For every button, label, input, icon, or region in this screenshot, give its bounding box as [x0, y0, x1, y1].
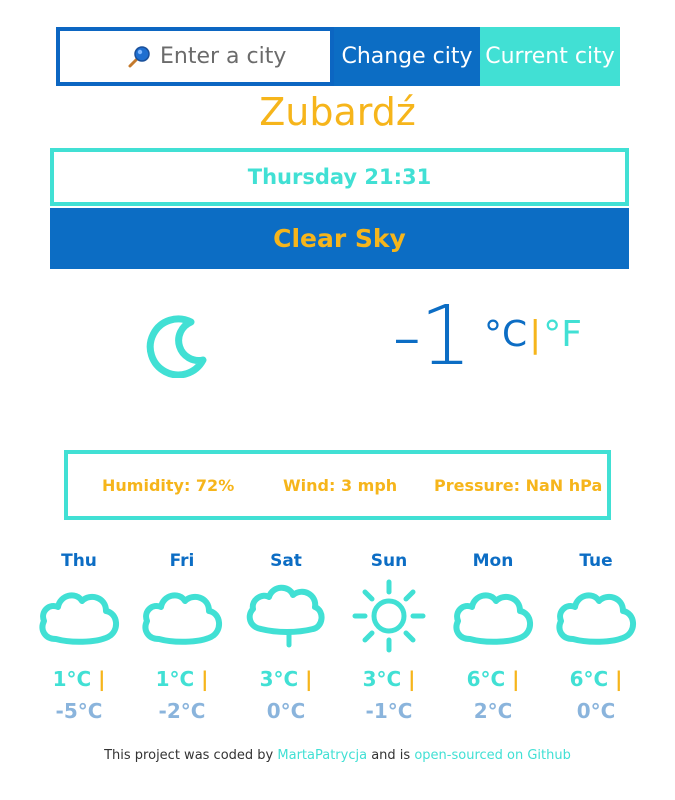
wind-value: Wind: 3 mph: [283, 475, 398, 495]
unit-switch: °C | °F: [484, 314, 582, 355]
forecast-max-row: 1°C |: [27, 662, 131, 696]
forecast-max: 6°C: [466, 667, 506, 691]
forecast-separator: |: [201, 667, 209, 691]
forecast-max: 1°C: [52, 667, 92, 691]
footer-text: This project was coded by: [104, 748, 274, 763]
forecast-day: Mon 6°C | 2°C: [441, 548, 545, 726]
current-temperature: -1: [392, 289, 472, 384]
moon-icon: [145, 310, 213, 379]
footer-text: and is: [371, 748, 411, 763]
sun-icon: [337, 574, 441, 658]
forecast-day-name: Sun: [370, 551, 408, 571]
forecast-max: 3°C: [362, 667, 402, 691]
date-time-text: Thursday 21:31: [247, 165, 432, 189]
forecast-separator: |: [615, 667, 623, 691]
forecast-day-name: Thu: [61, 551, 97, 571]
search-form: Change city Current city: [56, 27, 620, 86]
weather-details: Humidity: 72% Wind: 3 mph Pressure: NaN …: [64, 450, 611, 520]
forecast: Thu 1°C | -5°C Fri 1°C | -2°C Sat 3°C | …: [27, 548, 647, 728]
forecast-separator: |: [512, 667, 520, 691]
unit-separator: |: [529, 314, 542, 355]
forecast-max: 1°C: [155, 667, 195, 691]
weather-description-text: Clear Sky: [273, 224, 406, 253]
city-name: Zubardź: [259, 90, 416, 134]
current-city-button[interactable]: Current city: [480, 27, 620, 86]
forecast-max-row: 6°C |: [441, 662, 545, 696]
cloud-rain-icon: [234, 574, 338, 658]
cloud-icon: [27, 574, 131, 658]
forecast-day: Tue 6°C | 0°C: [544, 548, 648, 726]
change-city-button[interactable]: Change city: [334, 27, 480, 86]
forecast-day: Thu 1°C | -5°C: [27, 548, 131, 726]
forecast-min: -5°C: [55, 699, 103, 723]
forecast-min: 2°C: [473, 699, 513, 723]
forecast-max-row: 6°C |: [544, 662, 648, 696]
cloud-icon: [441, 574, 545, 658]
forecast-day-name: Sat: [270, 551, 302, 571]
forecast-day-name: Fri: [169, 551, 195, 571]
forecast-day-name: Mon: [472, 551, 514, 571]
forecast-min: -2°C: [158, 699, 206, 723]
search-icon: [126, 44, 152, 70]
forecast-day-name: Tue: [579, 551, 613, 571]
forecast-day: Sun 3°C | -1°C: [337, 548, 441, 726]
forecast-separator: |: [408, 667, 416, 691]
forecast-max: 6°C: [569, 667, 609, 691]
forecast-separator: |: [305, 667, 313, 691]
cloud-icon: [544, 574, 648, 658]
forecast-min: -1°C: [365, 699, 413, 723]
forecast-max: 3°C: [259, 667, 299, 691]
forecast-day: Sat 3°C | 0°C: [234, 548, 338, 726]
forecast-min: 0°C: [266, 699, 306, 723]
humidity-value: Humidity: 72%: [102, 475, 235, 495]
fahrenheit-link[interactable]: °F: [543, 314, 582, 355]
city-search-input[interactable]: [160, 44, 320, 69]
pressure-value: Pressure: NaN hPa: [434, 475, 603, 495]
cloud-icon: [130, 574, 234, 658]
celsius-link[interactable]: °C: [484, 314, 527, 355]
author-link[interactable]: MartaPatrycja: [277, 748, 367, 763]
forecast-min: 0°C: [576, 699, 616, 723]
github-link[interactable]: open-sourced on Github: [414, 748, 571, 763]
footer: This project was coded by MartaPatrycja …: [0, 748, 675, 763]
weather-description: Clear Sky: [50, 208, 629, 269]
forecast-separator: |: [98, 667, 106, 691]
forecast-max-row: 3°C |: [337, 662, 441, 696]
forecast-day: Fri 1°C | -2°C: [130, 548, 234, 726]
forecast-max-row: 1°C |: [130, 662, 234, 696]
forecast-max-row: 3°C |: [234, 662, 338, 696]
date-time: Thursday 21:31: [50, 148, 629, 206]
search-box[interactable]: [56, 27, 334, 86]
